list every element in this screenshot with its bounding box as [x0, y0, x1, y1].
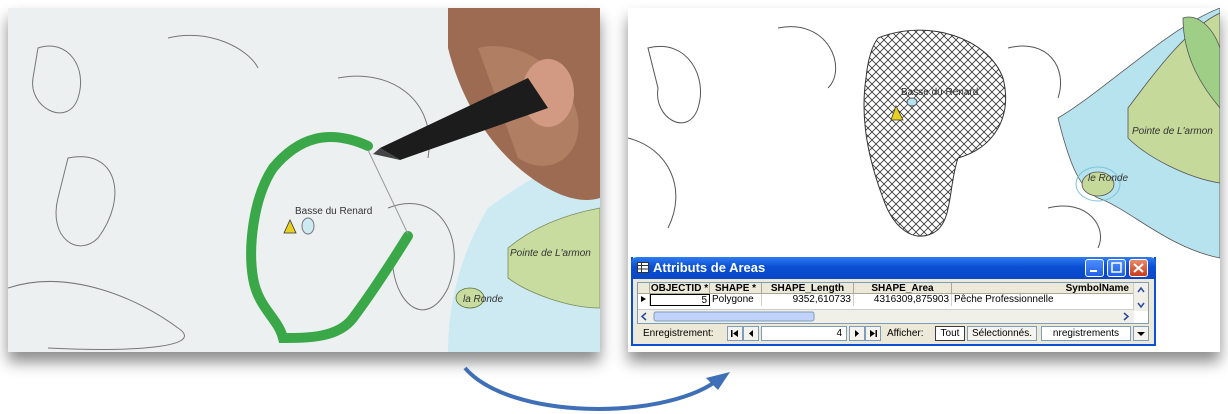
window-titlebar[interactable]: Attributs de Areas: [631, 257, 1156, 279]
next-record-icon: [855, 330, 859, 337]
chevron-down-icon: [1137, 332, 1145, 336]
cell-symbolname[interactable]: Pêche Professionnelle: [952, 294, 1136, 306]
column-header-shape-area[interactable]: SHAPE_Area: [854, 283, 952, 294]
curved-arrow-icon: [463, 366, 730, 411]
records-text: nregistrements: [1041, 326, 1131, 341]
place-label-le-ronde: le Ronde: [1088, 173, 1129, 184]
record-navigation-bar: Enregistrement: 4 Afficher: Tout Sélecti…: [635, 326, 1153, 342]
place-label-la-ronde: la Ronde: [463, 294, 504, 305]
vertical-scrollbar[interactable]: [1133, 283, 1148, 311]
row-selector-header: [638, 283, 650, 294]
attributes-window[interactable]: Attributs de Areas OBJECTID * SHAPE * SH…: [631, 257, 1156, 346]
last-record-icon: [870, 330, 877, 337]
place-label-pointe-armon: Pointe de L'armon: [1132, 126, 1213, 137]
show-label: Afficher:: [887, 328, 924, 339]
show-all-button[interactable]: Tout: [935, 326, 965, 341]
options-dropdown-button[interactable]: [1133, 326, 1149, 341]
table-icon: [637, 262, 649, 273]
previous-record-button[interactable]: [743, 326, 759, 341]
cell-shape[interactable]: Polygone: [710, 294, 762, 306]
column-header-shape-length[interactable]: SHAPE_Length: [762, 283, 854, 294]
next-record-button[interactable]: [849, 326, 865, 341]
place-label-pointe-armon: Pointe de L'armon: [510, 248, 591, 259]
first-record-icon: [731, 330, 738, 337]
column-header-objectid[interactable]: OBJECTID *: [650, 283, 710, 294]
place-label-basse-du-renard: Basse du Renard: [295, 206, 373, 217]
column-header-shape[interactable]: SHAPE *: [710, 283, 762, 294]
place-label-basse-du-renard: Basse du Renard: [901, 87, 979, 98]
show-selected-button[interactable]: Sélectionnés.: [967, 326, 1037, 341]
minimize-button[interactable]: [1085, 259, 1104, 277]
scroll-horizontal-icon: [640, 311, 1130, 322]
record-label: Enregistrement:: [643, 328, 714, 339]
cell-shape-area[interactable]: 4316309,875903: [854, 294, 952, 306]
row-selector[interactable]: [638, 294, 650, 306]
current-row-arrow-icon: [641, 296, 646, 302]
close-button[interactable]: [1129, 259, 1148, 277]
cell-shape-length[interactable]: 9352,610733: [762, 294, 854, 306]
photo-map-drawing: [8, 8, 600, 352]
cell-objectid[interactable]: 5: [650, 294, 710, 306]
scroll-arrows-icon: [1137, 286, 1145, 309]
maximize-button[interactable]: [1107, 259, 1126, 277]
close-icon: [1133, 263, 1144, 273]
minimize-icon: [1090, 270, 1097, 272]
first-record-button[interactable]: [727, 326, 743, 341]
maximize-icon: [1111, 262, 1122, 273]
gis-map-view[interactable]: Basse du Renard Pointe de L'armon le Ron…: [628, 8, 1220, 352]
column-header-symbolname[interactable]: SymbolName: [952, 283, 1136, 294]
last-record-button[interactable]: [865, 326, 881, 341]
window-title: Attributs de Areas: [653, 260, 766, 275]
previous-record-icon: [749, 330, 753, 337]
attribute-table[interactable]: OBJECTID * SHAPE * SHAPE_Length SHAPE_Ar…: [637, 282, 1149, 324]
record-number-input[interactable]: 4: [761, 326, 847, 341]
pen-drawing-photo: Basse du Renard Pointe de L'armon la Ron…: [8, 8, 600, 352]
horizontal-scrollbar[interactable]: [638, 309, 1134, 323]
